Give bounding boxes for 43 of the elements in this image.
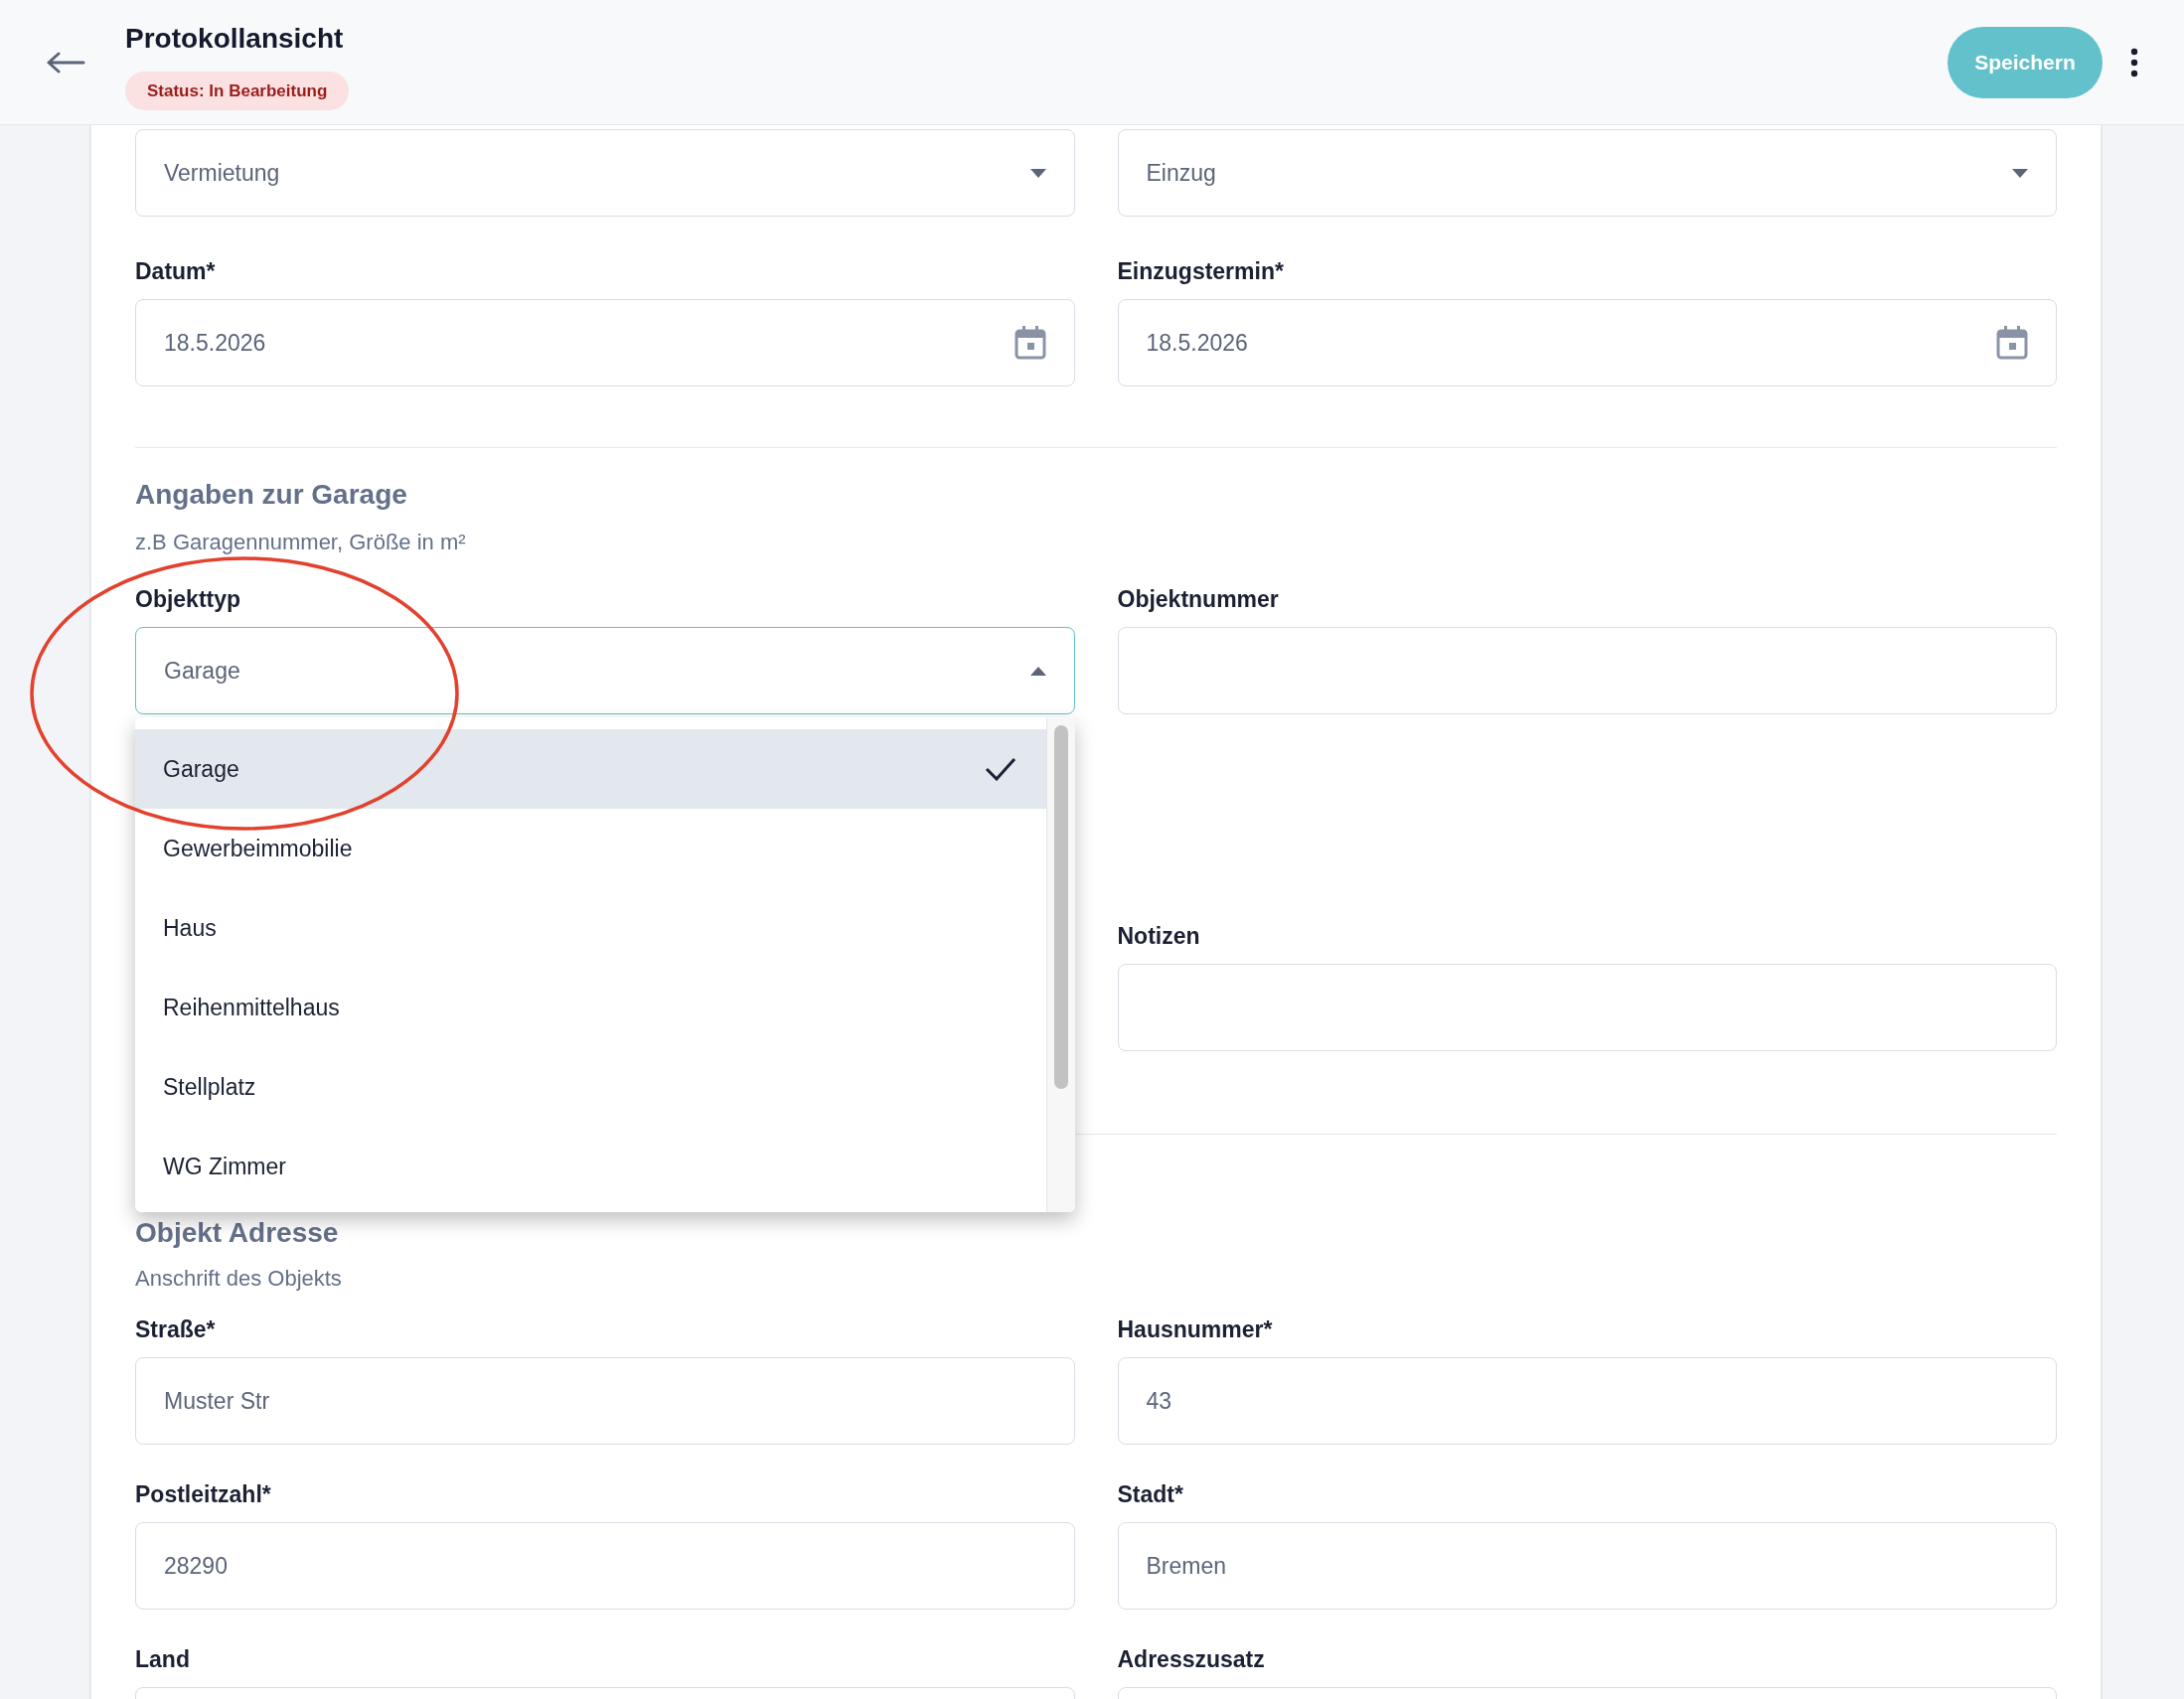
select-field[interactable]: 18.5.2026 <box>1117 299 2057 386</box>
back-arrow-icon[interactable] <box>46 51 85 74</box>
status-badge: Status: In Bearbeitung <box>125 71 350 111</box>
field-label: Notizen <box>1117 922 1201 948</box>
caret-down-icon <box>1029 168 1046 178</box>
dropdown-option[interactable]: Stellplatz <box>135 1047 1046 1127</box>
field-label: Objektnummer <box>1117 585 1280 611</box>
input-field[interactable] <box>1117 627 2057 714</box>
section-title: Angaben zur Garage <box>135 478 408 512</box>
scrollbar[interactable] <box>1045 717 1075 1212</box>
page-title: Protokollansicht <box>125 21 344 56</box>
dropdown-option[interactable]: Garage <box>135 729 1046 809</box>
input-field[interactable]: 28290 <box>135 1522 1075 1610</box>
more-options-icon[interactable] <box>2130 47 2138 77</box>
field-label: Objekttyp <box>135 585 242 611</box>
field-label: Datum* <box>135 257 217 283</box>
calendar-icon <box>1014 326 1046 360</box>
calendar-icon <box>1996 326 2028 360</box>
input-field[interactable] <box>1117 964 2057 1051</box>
caret-down-icon <box>2012 168 2028 178</box>
input-field[interactable]: 43 <box>1117 1357 2057 1445</box>
input-field[interactable]: Bremen <box>1117 1522 2057 1610</box>
field-label: Land <box>135 1645 191 1671</box>
caret-up-icon <box>1029 666 1046 676</box>
field-label: Postleitzahl* <box>135 1480 272 1506</box>
dropdown-option[interactable]: WG Zimmer <box>135 1127 1046 1206</box>
select-field[interactable]: Einzug <box>1117 129 2057 217</box>
field-label: Einzugstermin* <box>1117 257 1285 283</box>
field-label: Hausnummer* <box>1117 1315 1274 1341</box>
select-field[interactable]: 18.5.2026 <box>135 299 1075 386</box>
select-field[interactable]: Vermietung <box>135 129 1075 217</box>
dropdown-option[interactable]: Haus <box>135 888 1046 968</box>
field-label: Straße* <box>135 1315 217 1341</box>
input-field[interactable]: Muster Str <box>135 1357 1075 1445</box>
checkmark-icon <box>984 757 1016 781</box>
field-label: Stadt* <box>1117 1480 1184 1506</box>
dropdown-option[interactable]: Reihenmittelhaus <box>135 968 1046 1047</box>
field-label: Adresszusatz <box>1117 1645 1266 1671</box>
section-subtitle: Anschrift des Objekts <box>135 1265 343 1293</box>
dropdown-option[interactable]: Gewerbeimmobilie <box>135 809 1046 888</box>
section-title: Objekt Adresse <box>135 1216 340 1250</box>
select-field[interactable]: Garage <box>135 627 1075 714</box>
section-subtitle: z.B Garagennummer, Größe in m² <box>135 529 467 556</box>
